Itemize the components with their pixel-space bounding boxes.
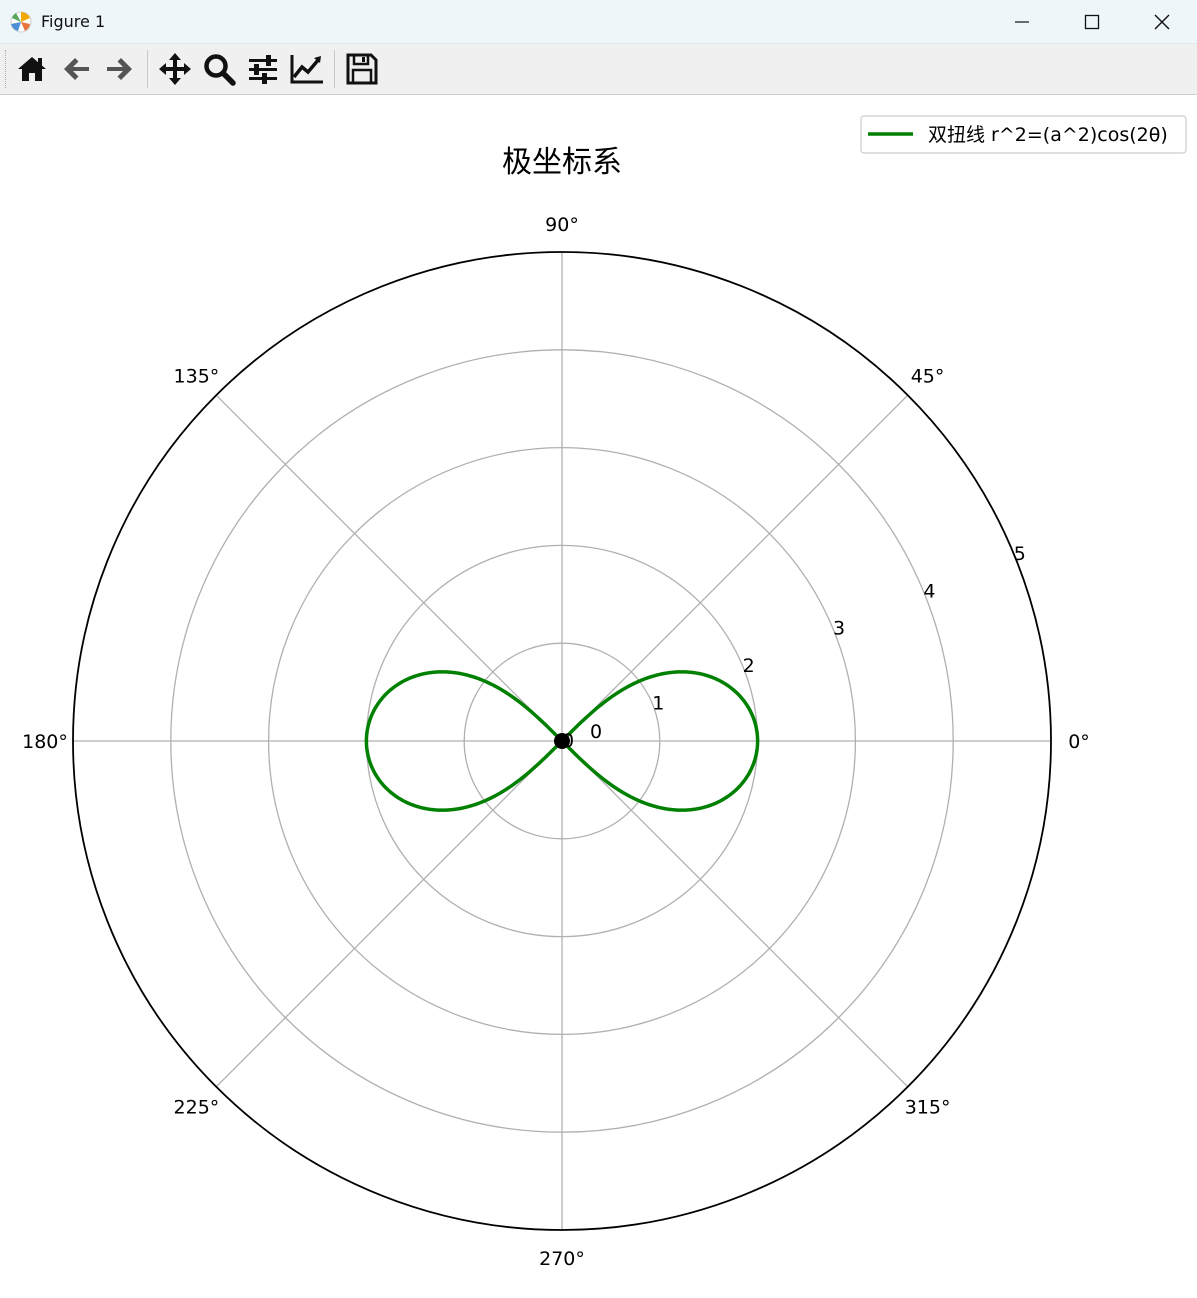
- window-titlebar: Figure 1: [0, 0, 1197, 44]
- maximize-icon: [1084, 14, 1100, 30]
- toolbar-separator: [334, 50, 335, 88]
- toolbar-separator: [147, 50, 148, 88]
- r-tick-label: 3: [833, 618, 845, 640]
- pan-icon: [159, 53, 191, 85]
- home-button[interactable]: [10, 47, 54, 91]
- legend-label: 双扭线 r^2=(a^2)cos(2θ): [928, 124, 1168, 146]
- close-icon: [1154, 14, 1170, 30]
- back-button[interactable]: [54, 47, 98, 91]
- close-button[interactable]: [1127, 0, 1197, 44]
- save-icon: [346, 53, 378, 85]
- r-tick-label: 2: [743, 655, 755, 677]
- r-tick-label: 0: [562, 730, 574, 752]
- chart-title: 极坐标系: [502, 145, 622, 180]
- theta-tick-label: 0°: [1068, 731, 1090, 753]
- configure-subplots-icon: [249, 55, 277, 84]
- polar-chart: 极坐标系 0 0° 45° 90° 135° 180° 225° 270° 315° 0 1 2 3 4…: [22, 115, 1187, 1270]
- zoom-button[interactable]: [197, 47, 241, 91]
- theta-tick-label: 225°: [174, 1097, 220, 1119]
- point-label: 0: [590, 721, 602, 743]
- edit-axis-button[interactable]: [285, 47, 329, 91]
- minimize-button[interactable]: [987, 0, 1057, 44]
- r-tick-label: 1: [652, 693, 664, 715]
- pan-button[interactable]: [153, 47, 197, 91]
- minimize-icon: [1015, 21, 1029, 23]
- theta-tick-label: 270°: [539, 1248, 585, 1270]
- configure-subplots-button[interactable]: [241, 47, 285, 91]
- theta-tick-label: 180°: [22, 731, 68, 753]
- legend: 双扭线 r^2=(a^2)cos(2θ): [860, 115, 1187, 154]
- save-button[interactable]: [340, 47, 384, 91]
- navigation-toolbar: [0, 44, 1197, 95]
- r-tick-label: 5: [1014, 543, 1026, 565]
- figure-canvas[interactable]: 极坐标系 0 0° 45° 90° 135° 180° 225° 270° 315° 0 1 2 3 4…: [0, 96, 1197, 1294]
- edit-axis-icon: [290, 55, 323, 84]
- home-icon: [18, 57, 46, 81]
- maximize-button[interactable]: [1057, 0, 1127, 44]
- r-tick-label: 4: [923, 580, 935, 602]
- window-controls: [987, 0, 1197, 44]
- theta-tick-label: 90°: [545, 214, 579, 236]
- back-arrow-icon: [64, 58, 89, 80]
- zoom-icon: [204, 54, 236, 86]
- theta-tick-label: 135°: [174, 365, 220, 387]
- theta-tick-label: 315°: [905, 1097, 951, 1119]
- forward-arrow-icon: [107, 58, 132, 80]
- matplotlib-icon: [10, 11, 32, 32]
- window-title: Figure 1: [41, 12, 106, 31]
- forward-button[interactable]: [98, 47, 142, 91]
- theta-tick-label: 45°: [911, 365, 945, 387]
